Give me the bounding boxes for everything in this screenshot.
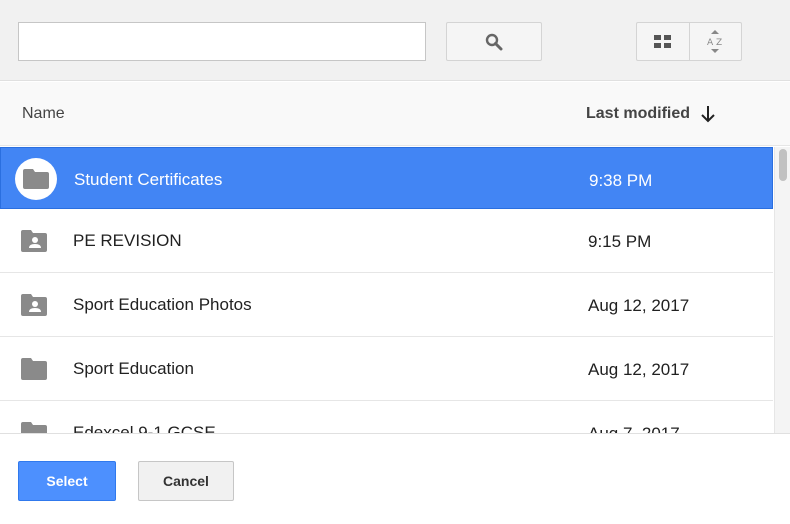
file-name: PE REVISION bbox=[73, 231, 182, 250]
grid-view-button[interactable] bbox=[637, 23, 689, 60]
list-scrollbar[interactable] bbox=[774, 147, 790, 433]
svg-text:A: A bbox=[707, 38, 714, 48]
sort-az-icon: A Z bbox=[707, 29, 723, 53]
shared-folder-icon bbox=[21, 230, 47, 252]
file-modified: Aug 12, 2017 bbox=[588, 296, 690, 315]
shared-folder-icon bbox=[21, 294, 47, 316]
file-name: Edexcel 9-1 GCSE bbox=[73, 423, 216, 433]
file-name: Sport Education Photos bbox=[73, 295, 252, 314]
file-modified: 9:38 PM bbox=[589, 171, 653, 190]
grid-icon bbox=[653, 34, 671, 48]
svg-text:Z: Z bbox=[716, 38, 722, 48]
last-modified-label: Last modified bbox=[586, 105, 691, 122]
cancel-button[interactable]: Cancel bbox=[138, 461, 234, 501]
view-toggle-group: A Z bbox=[636, 22, 742, 61]
folder-icon-badge bbox=[15, 158, 57, 200]
name-column-header[interactable]: Name bbox=[22, 105, 65, 123]
dialog-footer: Select Cancel bbox=[0, 433, 790, 524]
file-modified: Aug 12, 2017 bbox=[588, 360, 690, 379]
file-row[interactable]: Edexcel 9-1 GCSE Aug 7, 2017 bbox=[0, 401, 773, 433]
list-header: Name Last modified bbox=[0, 82, 790, 146]
arrow-down-icon bbox=[701, 106, 715, 123]
folder-icon bbox=[21, 422, 47, 433]
sort-button[interactable]: A Z bbox=[688, 23, 741, 60]
folder-icon bbox=[21, 358, 47, 380]
file-row[interactable]: Sport Education Aug 12, 2017 bbox=[0, 337, 773, 401]
file-row[interactable]: PE REVISION 9:15 PM bbox=[0, 209, 773, 273]
file-modified: Aug 7, 2017 bbox=[588, 424, 680, 433]
file-name: Student Certificates bbox=[74, 170, 223, 189]
last-modified-column-header[interactable]: Last modified bbox=[586, 105, 716, 123]
file-name: Sport Education bbox=[73, 359, 194, 378]
toolbar: A Z bbox=[0, 0, 790, 81]
search-button[interactable] bbox=[446, 22, 542, 61]
file-list: Student Certificates 9:38 PM PE REVISION… bbox=[0, 147, 773, 433]
file-row[interactable]: Sport Education Photos Aug 12, 2017 bbox=[0, 273, 773, 337]
file-modified: 9:15 PM bbox=[588, 232, 652, 251]
search-icon bbox=[485, 33, 503, 50]
folder-icon bbox=[23, 169, 49, 189]
file-row[interactable]: Student Certificates 9:38 PM bbox=[0, 147, 773, 209]
select-button[interactable]: Select bbox=[18, 461, 116, 501]
search-input[interactable] bbox=[18, 22, 426, 61]
scrollbar-thumb[interactable] bbox=[779, 149, 787, 181]
